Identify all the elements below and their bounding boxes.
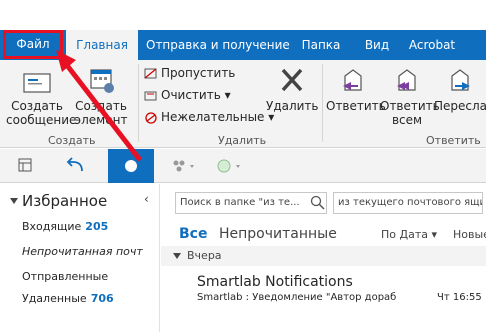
status-dropdown[interactable] bbox=[210, 149, 256, 183]
favorites-collapse-icon[interactable] bbox=[10, 198, 18, 204]
search-input[interactable]: Поиск в папке "из те... bbox=[175, 192, 327, 214]
group-label: Вчера bbox=[187, 249, 222, 262]
ignore-icon bbox=[144, 68, 158, 80]
new-email-button[interactable]: Создать сообщение bbox=[6, 66, 76, 127]
ribbon: Создать сообщение Создать элемент Создат… bbox=[0, 60, 486, 148]
new-items-label-1: Создать bbox=[75, 99, 127, 113]
tab-acrobat[interactable]: Acrobat bbox=[404, 30, 460, 60]
date-group-header[interactable]: Вчера bbox=[161, 246, 486, 266]
ignore-button[interactable]: Пропустить bbox=[144, 66, 235, 80]
junk-button[interactable]: Нежелательные ▾ bbox=[144, 110, 274, 124]
forward-icon bbox=[444, 66, 476, 96]
mail-view-button[interactable] bbox=[108, 149, 154, 183]
group-delete-label: Удалить bbox=[218, 134, 267, 147]
favorites-title[interactable]: Избранное bbox=[22, 192, 107, 210]
new-email-icon bbox=[21, 66, 53, 96]
undo-icon bbox=[66, 157, 83, 172]
group-create-label: Создать bbox=[48, 134, 96, 147]
unread-count: 706 bbox=[90, 292, 114, 305]
folder-pane-icon bbox=[18, 158, 32, 172]
folder-label: Входящие bbox=[22, 220, 82, 233]
message-list-pane: Поиск в папке "из те... из текущего почт… bbox=[161, 184, 486, 332]
folder-label: Непрочитанная почт bbox=[22, 245, 143, 258]
sort-by-label: По Дата bbox=[381, 228, 428, 241]
reply-all-label-2: всем bbox=[391, 113, 423, 127]
delete-icon bbox=[276, 66, 308, 96]
search-icon[interactable] bbox=[309, 194, 327, 212]
reply-button[interactable]: Ответить bbox=[326, 66, 386, 113]
reply-all-icon bbox=[391, 66, 423, 96]
tab-file[interactable]: Файл bbox=[3, 30, 63, 59]
group-collapse-icon bbox=[173, 253, 181, 259]
filter-unread-tab[interactable]: Непрочитанные bbox=[219, 226, 337, 242]
folder-pane: Избранное ‹ Входящие 205 Непрочитанная по… bbox=[0, 184, 160, 332]
group-respond-label: Ответить bbox=[426, 134, 481, 147]
cleanup-button[interactable]: Очистить ▾ bbox=[144, 88, 231, 102]
cleanup-label: Очистить bbox=[161, 88, 221, 102]
status-circle-icon bbox=[125, 160, 137, 172]
message-subject[interactable]: Smartlab : Уведомление "Автор дораб bbox=[197, 292, 409, 303]
folder-sent[interactable]: Отправленные bbox=[22, 270, 108, 283]
quick-access-row bbox=[0, 149, 486, 183]
sort-by-dropdown[interactable]: По Дата ▾ bbox=[381, 228, 437, 241]
folder-deleted[interactable]: Удаленные 706 bbox=[22, 292, 114, 305]
tab-home[interactable]: Главная bbox=[66, 30, 138, 60]
reply-icon bbox=[337, 66, 369, 96]
folder-unread-mail[interactable]: Непрочитанная почт bbox=[22, 245, 143, 258]
folder-inbox[interactable]: Входящие 205 bbox=[22, 220, 108, 233]
search-scope-dropdown[interactable]: из текущего почтового ящи bbox=[333, 192, 483, 214]
message-time: Чт 16:55 bbox=[437, 292, 482, 303]
junk-icon bbox=[144, 111, 158, 124]
collapse-pane-icon[interactable]: ‹ bbox=[144, 192, 149, 206]
cleanup-icon bbox=[144, 90, 158, 102]
forward-label: Переслат bbox=[434, 99, 486, 113]
reply-label: Ответить bbox=[326, 99, 386, 113]
status-icon bbox=[217, 159, 240, 173]
new-items-icon bbox=[85, 66, 117, 96]
new-items-button[interactable]: Создать элемент bbox=[72, 66, 130, 127]
tab-folder[interactable]: Папка bbox=[296, 30, 346, 60]
tab-send-receive[interactable]: Отправка и получение bbox=[146, 30, 290, 60]
unread-count: 205 bbox=[85, 220, 109, 233]
junk-label: Нежелательные bbox=[161, 110, 265, 124]
new-email-label-1: Создать bbox=[11, 99, 63, 113]
filter-all-tab[interactable]: Все bbox=[179, 226, 207, 242]
undo-button[interactable] bbox=[56, 149, 96, 183]
folder-label: Удаленные bbox=[22, 292, 87, 305]
ribbon-separator bbox=[322, 64, 323, 142]
message-sender[interactable]: Smartlab Notifications bbox=[197, 274, 353, 290]
folder-pane-toggle[interactable] bbox=[6, 149, 46, 183]
ribbon-separator bbox=[138, 64, 139, 142]
sort-order-toggle[interactable]: Новые bbox=[453, 228, 486, 241]
delete-button[interactable]: Удалить bbox=[266, 66, 319, 113]
people-icon bbox=[173, 160, 194, 172]
reply-all-button[interactable]: Ответить всем bbox=[380, 66, 440, 127]
tab-view[interactable]: Вид bbox=[360, 30, 394, 60]
ignore-label: Пропустить bbox=[161, 66, 236, 80]
people-button[interactable] bbox=[164, 149, 204, 183]
new-email-label-2: сообщение bbox=[6, 113, 77, 127]
folder-label: Отправленные bbox=[22, 270, 109, 283]
new-items-label-2: элемент bbox=[74, 113, 128, 127]
reply-all-label-1: Ответить bbox=[380, 99, 440, 113]
delete-label: Удалить bbox=[266, 99, 319, 113]
forward-button[interactable]: Переслат bbox=[434, 66, 486, 113]
